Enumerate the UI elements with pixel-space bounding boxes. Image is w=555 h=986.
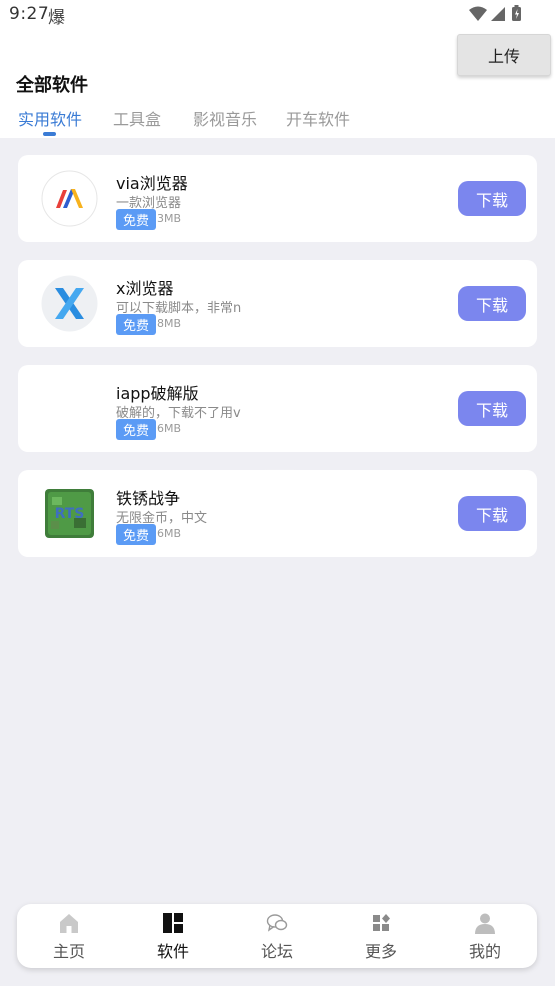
app-name: via浏览器 bbox=[116, 174, 188, 193]
app-size: 6MB bbox=[157, 422, 182, 435]
free-badge: 免费 bbox=[116, 524, 156, 545]
via-browser-icon bbox=[41, 170, 98, 227]
category-tabs: 实用软件 工具盒 影视音乐 开车软件 bbox=[0, 106, 555, 138]
free-badge: 免费 bbox=[116, 419, 156, 440]
download-button[interactable]: 下载 bbox=[458, 496, 526, 531]
battery-icon bbox=[512, 5, 521, 21]
nav-label: 论坛 bbox=[260, 942, 293, 961]
home-icon bbox=[60, 914, 78, 933]
upload-button[interactable]: 上传 bbox=[457, 34, 551, 76]
nav-label: 我的 bbox=[468, 942, 501, 961]
nav-item-more[interactable]: 更多 bbox=[329, 904, 433, 968]
x-browser-icon bbox=[41, 275, 98, 332]
signal-icon bbox=[491, 7, 505, 21]
status-time: 9:27 bbox=[9, 4, 50, 24]
svg-text:RTS: RTS bbox=[55, 506, 85, 522]
person-icon bbox=[475, 913, 495, 934]
app-size: 8MB bbox=[157, 317, 182, 330]
bottom-navigation: 主页 软件 论坛 更多 我的 bbox=[17, 904, 537, 968]
nav-label: 主页 bbox=[52, 942, 85, 961]
app-size: 6MB bbox=[157, 527, 182, 540]
nav-item-forum[interactable]: 论坛 bbox=[225, 904, 329, 968]
download-button[interactable]: 下载 bbox=[458, 391, 526, 426]
app-name: x浏览器 bbox=[116, 279, 174, 298]
app-card-x-browser[interactable]: x浏览器 可以下载脚本，非常n 免费 8MB 下载 bbox=[18, 260, 537, 347]
tab-video-music[interactable]: 影视音乐 bbox=[193, 106, 257, 130]
download-button[interactable]: 下载 bbox=[458, 286, 526, 321]
nav-item-home[interactable]: 主页 bbox=[17, 904, 121, 968]
rusted-warfare-icon: RTS bbox=[45, 489, 94, 538]
free-badge: 免费 bbox=[116, 314, 156, 335]
download-button[interactable]: 下载 bbox=[458, 181, 526, 216]
free-badge: 免费 bbox=[116, 209, 156, 230]
app-name: iapp破解版 bbox=[116, 384, 199, 403]
more-icon bbox=[373, 914, 390, 931]
chat-bubbles-icon bbox=[266, 914, 288, 932]
tab-toolbox[interactable]: 工具盒 bbox=[113, 106, 161, 130]
page-title: 全部软件 bbox=[16, 75, 88, 96]
app-card-via-browser[interactable]: via浏览器 一款浏览器 免费 3MB 下载 bbox=[18, 155, 537, 242]
nav-label: 软件 bbox=[156, 942, 189, 961]
top-header-area: 9:27 爆 上传 全部软件 实用软件 工具盒 影视音乐 开车软件 bbox=[0, 0, 555, 138]
wifi-icon bbox=[469, 6, 487, 21]
screen-glare bbox=[208, 469, 353, 529]
status-bar: 9:27 爆 bbox=[0, 0, 555, 30]
tab-utility-software[interactable]: 实用软件 bbox=[18, 106, 82, 130]
app-name: 铁锈战争 bbox=[116, 489, 181, 508]
status-icons bbox=[469, 5, 521, 21]
iapp-icon bbox=[41, 380, 98, 437]
nav-label: 更多 bbox=[364, 942, 397, 961]
tab-driving-software[interactable]: 开车软件 bbox=[286, 106, 350, 130]
nav-item-software[interactable]: 软件 bbox=[121, 904, 225, 968]
status-notification-glyph: 爆 bbox=[48, 8, 65, 28]
active-tab-indicator bbox=[43, 132, 56, 136]
app-card-iapp[interactable]: iapp破解版 破解的，下载不了用v 免费 6MB 下载 bbox=[18, 365, 537, 452]
nav-item-profile[interactable]: 我的 bbox=[433, 904, 537, 968]
apps-grid-icon bbox=[163, 913, 183, 933]
app-size: 3MB bbox=[157, 212, 182, 225]
